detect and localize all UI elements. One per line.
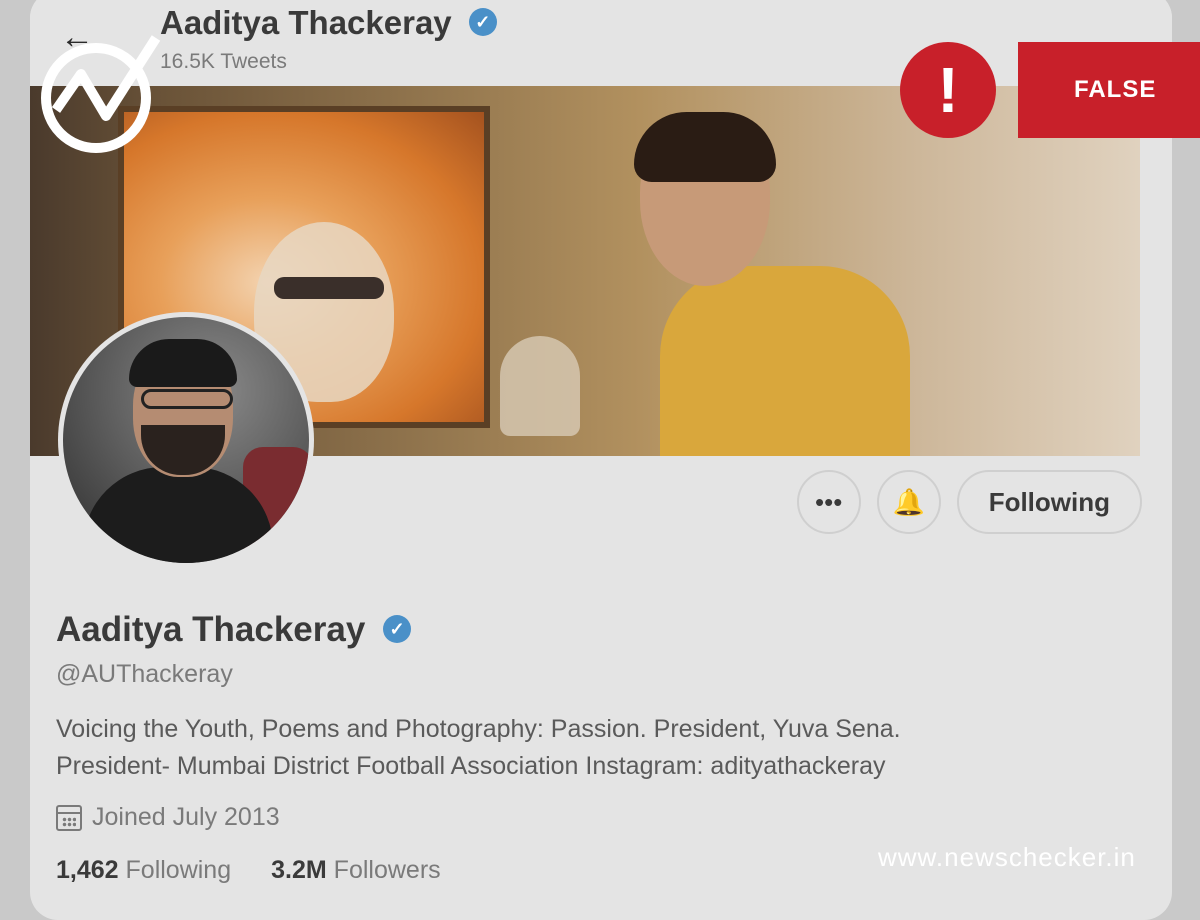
joined-text: Joined July 2013 — [92, 803, 280, 831]
profile-name-text: Aaditya Thackeray — [56, 610, 366, 649]
profile-header-bar: ← Aaditya Thackeray ✓ 16.5K Tweets — [30, 0, 1172, 86]
bio-line-2: President- Mumbai District Football Asso… — [56, 752, 886, 780]
joined-date: Joined July 2013 — [56, 803, 1136, 832]
header-name: Aaditya Thackeray ✓ — [160, 4, 497, 42]
person-body — [660, 266, 910, 456]
profile-handle: @AUThackeray — [56, 660, 233, 688]
followers-label: Followers — [333, 856, 441, 884]
bio-line-1: Voicing the Youth, Poems and Photography… — [56, 715, 901, 743]
verified-badge-icon: ✓ — [383, 614, 412, 643]
followers-stat[interactable]: 3.2M Followers — [271, 856, 441, 885]
profile-actions: ••• 🔔 Following — [796, 470, 1142, 534]
verified-badge-icon: ✓ — [468, 8, 497, 37]
tweet-count: 16.5K Tweets — [160, 50, 287, 73]
followers-count: 3.2M — [271, 856, 327, 884]
painting-glasses — [274, 277, 384, 299]
avatar-glasses — [141, 389, 233, 409]
following-stat[interactable]: 1,462 Following — [56, 856, 231, 885]
following-count: 1,462 — [56, 856, 119, 884]
header-name-text: Aaditya Thackeray — [160, 4, 452, 41]
person-hair — [634, 112, 776, 182]
following-button[interactable]: Following — [956, 470, 1142, 534]
notifications-button[interactable]: 🔔 — [876, 470, 941, 534]
profile-card: ← Aaditya Thackeray ✓ 16.5K Tweets ••• 🔔… — [30, 0, 1172, 920]
more-options-button[interactable]: ••• — [796, 470, 861, 534]
profile-name: Aaditya Thackeray ✓ — [56, 610, 1136, 650]
banner-statue — [500, 336, 580, 436]
site-watermark: www.newschecker.in — [878, 842, 1136, 872]
avatar-photo — [63, 317, 309, 563]
calendar-icon — [56, 804, 82, 831]
false-verdict-label: FALSE — [1018, 42, 1200, 138]
bell-plus-icon: 🔔 — [892, 486, 925, 517]
avatar-hair — [129, 339, 237, 387]
banner-person — [620, 112, 910, 456]
newschecker-logo-icon — [41, 35, 161, 153]
alert-icon: ! — [900, 42, 996, 138]
avatar[interactable] — [58, 312, 314, 568]
profile-bio: Voicing the Youth, Poems and Photography… — [56, 711, 1056, 785]
following-label: Following — [125, 856, 232, 884]
more-icon: ••• — [815, 486, 843, 517]
